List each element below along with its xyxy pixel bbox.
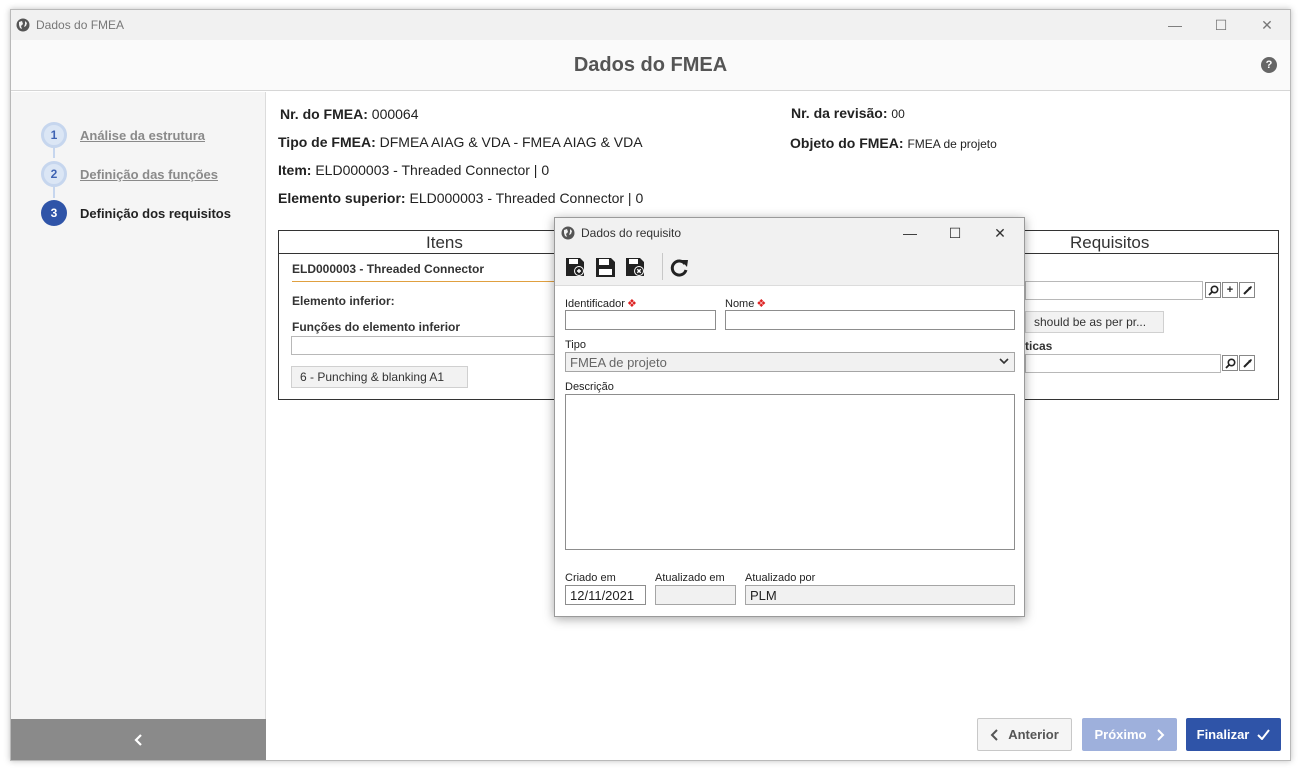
elemento-superior: Elemento superior: ELD000003 - Threaded … — [278, 190, 644, 206]
step-analise[interactable]: 1 Análise da estrutura — [41, 122, 205, 148]
chevron-left-icon — [133, 733, 142, 746]
item-name[interactable]: ELD000003 - Threaded Connector — [292, 262, 484, 276]
step-funcoes[interactable]: 2 Definição das funções — [41, 161, 218, 187]
atualizado-em-label: Atualizado em — [655, 572, 725, 584]
save-and-close-button[interactable] — [624, 256, 646, 278]
atualizado-por-label: Atualizado por — [745, 572, 816, 584]
close-button[interactable]: ✕ — [1244, 10, 1290, 40]
atualizado-em-field — [655, 585, 736, 605]
help-icon[interactable]: ? — [1261, 57, 1277, 73]
tipo-fmea: Tipo de FMEA: DFMEA AIAG & VDA - FMEA AI… — [278, 134, 643, 150]
criado-em-field: 12/11/2021 — [565, 585, 646, 605]
globe-icon — [561, 226, 575, 240]
step-label: Definição dos requisitos — [80, 205, 231, 221]
itens-column-title: Itens — [426, 233, 463, 252]
descricao-textarea[interactable] — [565, 394, 1015, 550]
atualizado-por-field: PLM — [745, 585, 1015, 605]
save-and-new-button[interactable] — [564, 256, 586, 278]
descricao-label: Descrição — [565, 381, 614, 393]
funcoes-field[interactable] — [291, 336, 557, 355]
step-requisitos[interactable]: 3 Definição dos requisitos — [41, 200, 231, 226]
collapse-sidebar-button[interactable] — [11, 719, 266, 760]
save-button[interactable] — [594, 256, 616, 278]
objeto-fmea: Objeto do FMEA: FMEA de projeto — [790, 135, 997, 151]
funcao-chip[interactable]: 6 - Punching & blanking A1 — [291, 366, 468, 388]
refresh-icon — [670, 259, 688, 277]
dialog-close-button[interactable]: ✕ — [978, 218, 1022, 248]
nome-input[interactable] — [725, 310, 1015, 330]
step-label[interactable]: Definição das funções — [80, 167, 218, 182]
finalizar-button[interactable]: Finalizar — [1186, 718, 1281, 751]
nome-label: Nome ❖ — [725, 298, 767, 310]
dialog-maximize-button[interactable]: ☐ — [933, 218, 977, 248]
window-title: Dados do FMEA — [36, 18, 125, 32]
requisito-dialog: Dados do requisito — ☐ ✕ Identificador ❖ … — [554, 217, 1025, 617]
required-icon: ❖ — [756, 298, 767, 310]
search-icon[interactable] — [1222, 355, 1238, 371]
dialog-title: Dados do requisito — [581, 226, 682, 240]
step-number: 1 — [41, 122, 67, 148]
chevron-right-icon — [1156, 728, 1164, 741]
chevron-left-icon — [990, 728, 998, 741]
save-new-icon — [565, 257, 584, 276]
refresh-button[interactable] — [668, 256, 690, 278]
globe-icon — [16, 18, 30, 32]
step-label[interactable]: Análise da estrutura — [80, 128, 205, 143]
funcoes-label: Funções do elemento inferior — [292, 320, 461, 334]
proximo-button[interactable]: Próximo — [1082, 718, 1177, 751]
dialog-toolbar — [555, 248, 1024, 286]
search-icon[interactable] — [1205, 282, 1221, 298]
tipo-label: Tipo — [565, 339, 586, 351]
minimize-button[interactable]: — — [1152, 10, 1198, 40]
step-number: 3 — [41, 200, 67, 226]
clear-icon[interactable] — [1239, 355, 1255, 371]
anterior-button[interactable]: Anterior — [977, 718, 1072, 751]
identificador-input[interactable] — [565, 310, 716, 330]
nr-revisao: Nr. da revisão: 00 — [791, 105, 905, 121]
clear-icon[interactable] — [1239, 282, 1255, 298]
save-icon — [595, 257, 615, 277]
elemento-inferior-label: Elemento inferior: — [292, 294, 395, 308]
requisito-chip[interactable]: should be as per pr... — [1025, 311, 1164, 333]
add-icon[interactable]: + — [1222, 282, 1238, 298]
requisitos-column-title: Requisitos — [1070, 233, 1150, 252]
required-icon: ❖ — [626, 298, 637, 310]
caracteristicas-label: ticas — [1025, 339, 1053, 353]
window-titlebar: Dados do FMEA — ☐ ✕ — [11, 10, 1290, 40]
tipo-select[interactable]: FMEA de projeto — [565, 352, 1015, 372]
check-icon — [1257, 729, 1271, 740]
dialog-minimize-button[interactable]: — — [888, 218, 932, 248]
chevron-down-icon — [999, 358, 1009, 365]
identificador-label: Identificador ❖ — [565, 298, 637, 310]
caracteristicas-field[interactable] — [1025, 354, 1221, 373]
item-info: Item: ELD000003 - Threaded Connector | 0 — [278, 162, 550, 178]
criado-em-label: Criado em — [565, 572, 616, 584]
nr-fmea: Nr. do FMEA: 000064 — [280, 106, 419, 122]
maximize-button[interactable]: ☐ — [1198, 10, 1244, 40]
step-number: 2 — [41, 161, 67, 187]
requisitos-search-field[interactable] — [1025, 281, 1203, 300]
save-close-icon — [625, 257, 644, 276]
page-header: Dados do FMEA ? — [11, 40, 1290, 91]
page-title: Dados do FMEA — [573, 53, 728, 76]
wizard-sidebar: 1 Análise da estrutura 2 Definição das f… — [11, 92, 266, 760]
